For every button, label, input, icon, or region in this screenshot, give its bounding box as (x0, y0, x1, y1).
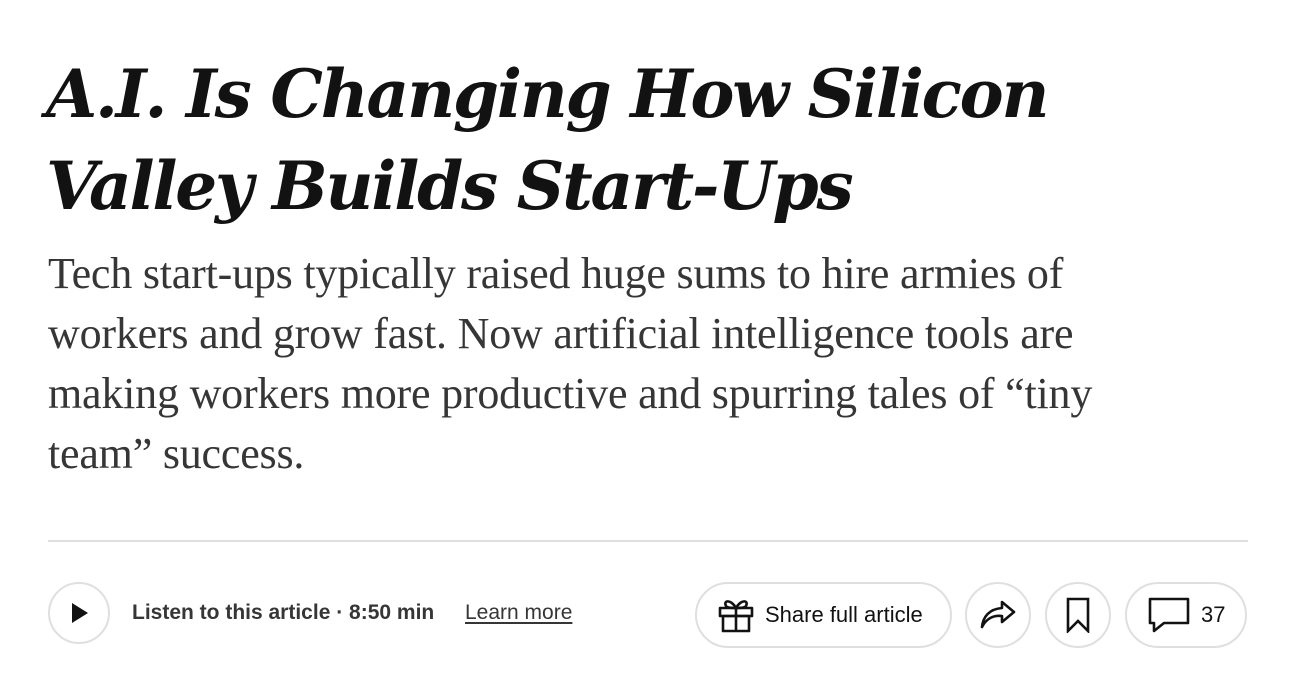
share-full-article-button[interactable]: Share full article (695, 582, 952, 648)
article-headline: A.I. Is Changing How Silicon Valley Buil… (46, 55, 1049, 225)
share-full-article-label: Share full article (765, 602, 923, 627)
bookmark-icon (1065, 597, 1091, 633)
comment-icon (1148, 597, 1190, 633)
play-icon (68, 601, 90, 625)
share-arrow-icon (978, 598, 1018, 632)
listen-to-article-label: Listen to this article · 8:50 min (132, 601, 435, 624)
play-audio-button[interactable] (48, 582, 110, 644)
comments-button[interactable]: 37 (1125, 582, 1247, 648)
comment-count: 37 (1201, 602, 1226, 627)
article-summary: Tech start-ups typically raised huge sum… (48, 249, 1093, 478)
share-button[interactable] (965, 582, 1031, 648)
save-button[interactable] (1045, 582, 1111, 648)
article-toolbar: Listen to this article · 8:50 min Learn … (48, 582, 1248, 648)
divider (48, 540, 1248, 542)
learn-more-link[interactable]: Learn more (465, 599, 572, 627)
gift-icon (717, 596, 755, 634)
